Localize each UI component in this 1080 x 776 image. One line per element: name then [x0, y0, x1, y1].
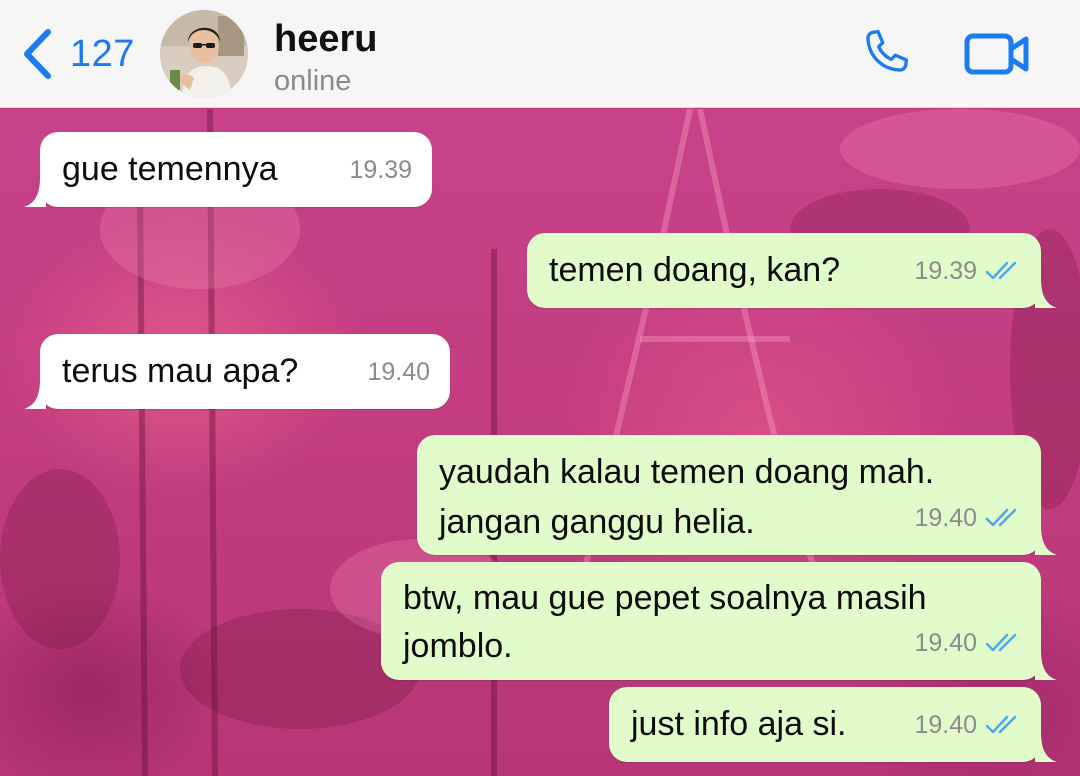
message-time: 19.40 [367, 358, 430, 386]
bubble-tail [1035, 525, 1057, 555]
chevron-left-icon [22, 28, 52, 80]
bubble-tail [1035, 278, 1057, 308]
message-time: 19.40 [914, 711, 977, 739]
bubble-tail [1035, 650, 1057, 680]
back-button[interactable]: 127 [22, 26, 135, 82]
message-time: 19.40 [914, 629, 977, 657]
unread-count: 127 [70, 32, 135, 75]
message-outgoing[interactable]: just info aja si. 19.40 [609, 687, 1057, 762]
bubble-tail [24, 177, 46, 207]
bubble-tail [24, 379, 46, 409]
chat-header: 127 heeru online [0, 0, 1080, 108]
message-outgoing[interactable]: btw, mau gue pepet soalnya masih jomblo.… [381, 562, 1057, 680]
message-meta: 19.40 [914, 700, 1021, 750]
message-time: 19.40 [914, 504, 977, 532]
message-meta: 19.39 [349, 145, 412, 195]
message-meta: 19.40 [914, 493, 1021, 543]
voice-call-button[interactable] [858, 26, 912, 85]
contact-name: heeru [274, 18, 378, 60]
contact-status: online [274, 65, 352, 97]
avatar[interactable] [160, 10, 248, 98]
message-outgoing[interactable]: temen doang, kan? 19.39 [527, 233, 1057, 308]
contact-info[interactable]: heeru online [274, 16, 377, 98]
message-time: 19.39 [349, 156, 412, 184]
bubble-tail [1035, 732, 1057, 762]
double-check-icon [985, 633, 1017, 652]
message-incoming[interactable]: terus mau apa? 19.40 [24, 334, 450, 409]
message-outgoing[interactable]: yaudah kalau temen doang mah. jangan gan… [417, 435, 1057, 555]
message-time: 19.39 [914, 257, 977, 285]
message-meta: 19.40 [914, 618, 1021, 668]
double-check-icon [985, 508, 1017, 527]
double-check-icon [985, 261, 1017, 280]
video-camera-icon [964, 33, 1030, 80]
message-meta: 19.40 [367, 347, 430, 397]
message-incoming[interactable]: gue temennya 19.39 [24, 132, 432, 207]
video-call-button[interactable] [964, 32, 1030, 81]
double-check-icon [985, 715, 1017, 734]
phone-icon [858, 29, 912, 84]
message-list[interactable]: gue temennya 19.39 temen doang, kan? 19.… [0, 109, 1080, 776]
message-meta: 19.39 [914, 246, 1021, 296]
avatar-photo [160, 10, 248, 98]
